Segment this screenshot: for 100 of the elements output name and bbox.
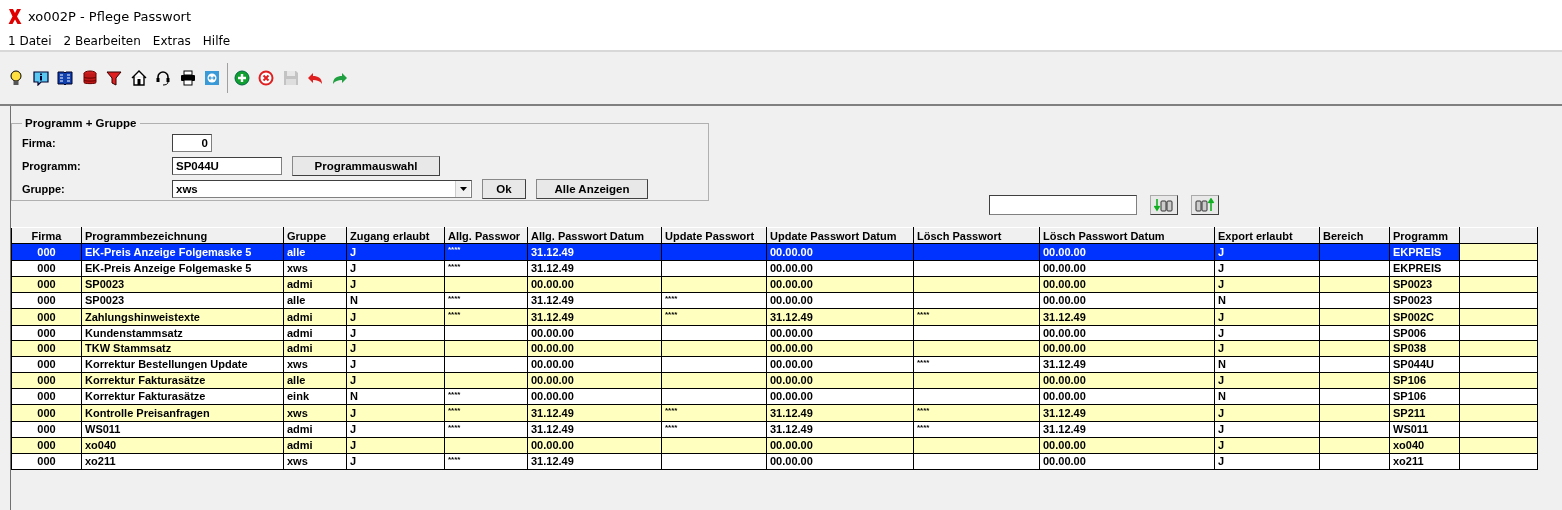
column-header[interactable]: Update Passwort <box>661 227 767 244</box>
column-header[interactable]: Allg. Passwort Datum <box>527 227 662 244</box>
table-cell: admi <box>283 437 347 453</box>
database-icon[interactable] <box>81 70 98 86</box>
bulb-icon[interactable] <box>8 70 25 86</box>
column-header[interactable]: Programm <box>1389 227 1460 244</box>
table-cell: 00.00.00 <box>766 437 914 453</box>
group-title: Programm + Gruppe <box>24 117 138 129</box>
table-cell: J <box>1214 453 1320 470</box>
table-cell: 00.00.00 <box>1039 340 1215 356</box>
find-next-button[interactable] <box>1150 195 1178 215</box>
filter-icon[interactable] <box>106 70 123 86</box>
table-cell: SP038 <box>1389 340 1460 356</box>
table-cell: J <box>1214 325 1320 341</box>
table-cell: 31.12.49 <box>766 421 914 438</box>
info-icon[interactable] <box>32 70 49 86</box>
table-cell: 00.00.00 <box>527 325 662 341</box>
printer-icon[interactable] <box>179 70 196 86</box>
action-button[interactable]: Ok <box>482 178 526 199</box>
table-cell: J <box>1214 340 1320 356</box>
column-header[interactable]: Bereich <box>1319 227 1390 244</box>
table-cell: 000 <box>11 453 82 470</box>
house-icon[interactable] <box>130 70 147 86</box>
table-cell: 31.12.49 <box>527 292 662 309</box>
table-cell: 31.12.49 <box>527 453 662 470</box>
table-cell: 31.12.49 <box>527 404 662 421</box>
dropdown[interactable]: xws <box>172 179 472 198</box>
table-cell: 00.00.00 <box>766 340 914 356</box>
table-cell: **** <box>913 404 1040 421</box>
arrows-icon[interactable] <box>204 70 221 86</box>
table-cell: 31.12.49 <box>527 260 662 277</box>
table-cell: **** <box>661 308 767 325</box>
table-cell: xws <box>283 453 347 470</box>
table-cell: admi <box>283 308 347 325</box>
column-header[interactable]: Lösch Passwort Datum <box>1039 227 1215 244</box>
table-cell: 000 <box>11 437 82 453</box>
table-cell: J <box>346 356 445 373</box>
table-cell: 00.00.00 <box>1039 276 1215 292</box>
select-button[interactable]: Programmauswahl <box>292 155 440 176</box>
table-cell: SP002C <box>1389 308 1460 325</box>
table-cell: admi <box>283 421 347 438</box>
table-cell: 00.00.00 <box>766 292 914 309</box>
table-cell: N <box>1214 292 1320 309</box>
menu-item[interactable]: 1 Datei <box>2 34 58 48</box>
add-icon[interactable] <box>233 70 250 86</box>
table-cell: J <box>346 404 445 421</box>
table-cell: 31.12.49 <box>1039 421 1215 438</box>
table-cell: 000 <box>11 325 82 341</box>
menu-item[interactable]: 2 Bearbeiten <box>57 34 147 48</box>
table-cell: **** <box>913 356 1040 373</box>
table-cell: J <box>1214 308 1320 325</box>
input-field[interactable]: 0 <box>172 133 212 152</box>
redo-icon[interactable] <box>331 70 348 86</box>
table-cell: SP211 <box>1389 404 1460 421</box>
table-cell: xws <box>283 404 347 421</box>
table-cell: **** <box>444 308 528 325</box>
table-cell: 000 <box>11 276 82 292</box>
table-cell: 31.12.49 <box>1039 356 1215 373</box>
column-header[interactable]: Zugang erlaubt <box>346 227 445 244</box>
table-cell: 00.00.00 <box>527 340 662 356</box>
column-header[interactable]: Allg. Passwor <box>444 227 528 244</box>
find-previous-button[interactable] <box>1191 195 1219 215</box>
table-cell: J <box>346 372 445 388</box>
menu-item[interactable]: Extras <box>146 34 197 48</box>
table-cell: 000 <box>11 340 82 356</box>
table-cell: J <box>1214 260 1320 277</box>
table-cell: 00.00.00 <box>527 437 662 453</box>
table-cell: SP044U <box>1389 356 1460 373</box>
book-icon[interactable] <box>57 70 74 86</box>
table-cell: **** <box>444 292 528 309</box>
input-field[interactable]: SP044U <box>172 156 282 175</box>
table-cell: 00.00.00 <box>1039 437 1215 453</box>
column-header[interactable]: Firma <box>11 227 82 244</box>
table-cell: xo040 <box>81 437 284 453</box>
headset-icon[interactable] <box>155 70 172 86</box>
cancel-icon[interactable] <box>258 70 275 86</box>
table-cell: Kundenstammsatz <box>81 325 284 341</box>
table-cell: SP106 <box>1389 388 1460 405</box>
column-header[interactable]: Programmbezeichnung <box>81 227 284 244</box>
table-cell: 000 <box>11 421 82 438</box>
column-header[interactable]: Update Passwort Datum <box>766 227 914 244</box>
menu-item[interactable]: Hilfe <box>196 34 237 48</box>
table-cell: 31.12.49 <box>527 308 662 325</box>
field-label: Firma: <box>22 136 57 149</box>
action-button[interactable]: Alle Anzeigen <box>536 178 648 199</box>
table-cell: J <box>1214 437 1320 453</box>
column-header[interactable]: Gruppe <box>283 227 347 244</box>
column-header[interactable]: Lösch Passwort <box>913 227 1040 244</box>
column-header[interactable]: Export erlaubt <box>1214 227 1320 244</box>
table-cell: SP0023 <box>1389 292 1460 309</box>
table-cell: 00.00.00 <box>766 276 914 292</box>
table-cell: 00.00.00 <box>766 260 914 277</box>
search-field[interactable] <box>989 195 1137 215</box>
table-cell: 00.00.00 <box>1039 292 1215 309</box>
table-cell: 00.00.00 <box>527 276 662 292</box>
table-cell: **** <box>913 308 1040 325</box>
table-cell: N <box>346 388 445 405</box>
table-cell: xws <box>283 356 347 373</box>
dropdown-arrow-icon[interactable] <box>459 186 467 191</box>
table-cell: SP0023 <box>81 276 284 292</box>
